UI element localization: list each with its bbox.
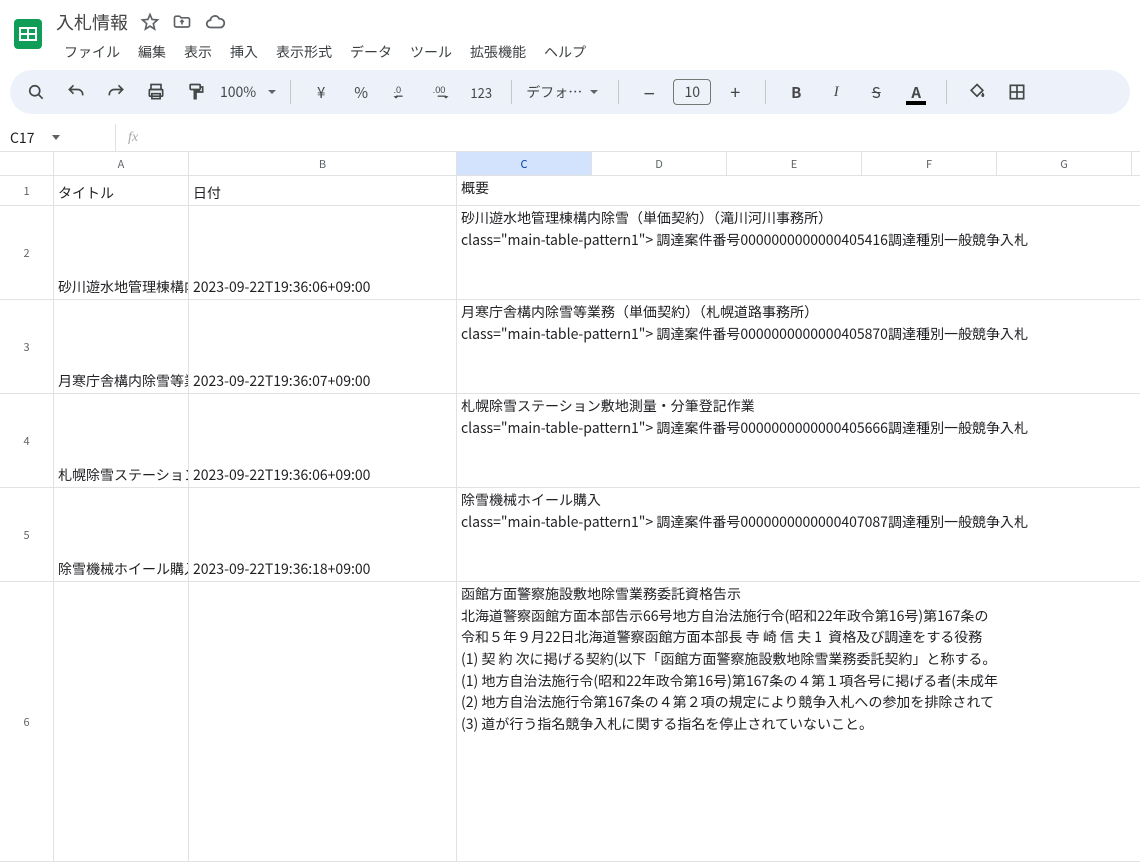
col-header-D[interactable]: D [592,152,727,175]
menu-edit[interactable]: 編集 [130,38,174,66]
table-row: 月寒庁舎構内除雪等業務（単価契約）2023-09-22T19:36:07+09:… [54,300,1140,394]
cloud-icon[interactable] [204,11,226,33]
col-header-G[interactable]: G [997,152,1132,175]
menu-data[interactable]: データ [342,38,400,66]
name-box-value: C17 [10,128,34,148]
row-header-1[interactable]: 1 [0,176,54,206]
cell[interactable]: 除雪機械ホイール購入 class="main-table-pattern1"> … [457,488,1140,581]
currency-button[interactable]: ¥ [305,76,337,108]
bold-button[interactable]: B [780,76,812,108]
svg-text:.00: .00 [433,85,446,95]
row-header-5[interactable]: 5 [0,488,54,582]
fontsize-input[interactable]: 10 [673,79,711,105]
col-header-C[interactable]: C [457,152,592,175]
col-header-F[interactable]: F [862,152,997,175]
chevron-down-icon [268,90,276,94]
svg-text:.0: .0 [394,85,402,95]
italic-button[interactable]: I [820,76,852,108]
title-area: 入札情報 ファイル 編集 表示 挿入 表示形式 データ ツール 拡張機能 ヘルプ [56,8,1132,66]
chevron-down-icon [52,135,60,140]
select-all-corner[interactable] [0,152,54,175]
cell[interactable]: 2023-09-22T19:36:06+09:00 [189,206,457,299]
fx-label: fx [115,124,138,151]
table-row: タイトル日付概要 [54,176,1140,206]
cell[interactable]: 2023-09-22T19:36:06+09:00 [189,394,457,487]
menu-format[interactable]: 表示形式 [268,38,340,66]
table-row: 除雪機械ホイール購入2023-09-22T19:36:18+09:00除雪機械ホ… [54,488,1140,582]
star-icon[interactable] [140,12,160,32]
table-row: 函館方面警察施設敷地除雪業務委託資格告示 北海道警察函館方面本部告示66号地方自… [54,582,1140,862]
search-icon[interactable] [20,76,52,108]
table-row: 札幌除雪ステーション敷地測量・分筆登記作業2023-09-22T19:36:06… [54,394,1140,488]
fontsize-plus[interactable]: + [719,76,751,108]
chevron-down-icon [590,90,598,94]
doc-title[interactable]: 入札情報 [56,9,128,35]
toolbar: 100% ¥ % .0 .00 123 デフォ… − 10 + B I S A [10,70,1130,114]
cell[interactable]: 2023-09-22T19:36:07+09:00 [189,300,457,393]
cell[interactable]: 函館方面警察施設敷地除雪業務委託資格告示 北海道警察函館方面本部告示66号地方自… [457,582,1140,861]
cell[interactable]: 砂川遊水地管理棟構内除雪（単価契約） [54,206,189,299]
print-icon[interactable] [140,76,172,108]
col-header-E[interactable]: E [727,152,862,175]
cell[interactable]: 2023-09-22T19:36:18+09:00 [189,488,457,581]
borders-button[interactable] [1001,76,1033,108]
grid[interactable]: ABCDEFG 123456 タイトル日付概要砂川遊水地管理棟構内除雪（単価契約… [0,152,1140,798]
row-header-2[interactable]: 2 [0,206,54,300]
name-box[interactable]: C17 [0,124,115,152]
cell[interactable]: 日付 [189,176,457,205]
column-headers: ABCDEFG [0,152,1140,176]
cell[interactable]: 除雪機械ホイール購入 [54,488,189,581]
cell[interactable]: 月寒庁舎構内除雪等業務（単価契約）（札幌道路事務所） class="main-t… [457,300,1140,393]
formula-bar: C17 fx [0,124,1140,152]
cell[interactable]: 札幌除雪ステーション敷地測量・分筆登記作業 [54,394,189,487]
redo-icon[interactable] [100,76,132,108]
menubar: ファイル 編集 表示 挿入 表示形式 データ ツール 拡張機能 ヘルプ [56,36,1132,66]
menu-tools[interactable]: ツール [402,38,460,66]
paintformat-icon[interactable] [180,76,212,108]
strike-button[interactable]: S [860,76,892,108]
fontsize-minus[interactable]: − [633,76,665,108]
table-row: 砂川遊水地管理棟構内除雪（単価契約）2023-09-22T19:36:06+09… [54,206,1140,300]
menu-ext[interactable]: 拡張機能 [462,38,534,66]
menu-view[interactable]: 表示 [176,38,220,66]
cell[interactable]: 札幌除雪ステーション敷地測量・分筆登記作業 class="main-table-… [457,394,1140,487]
col-header-B[interactable]: B [189,152,457,175]
percent-button[interactable]: % [345,76,377,108]
textcolor-button[interactable]: A [900,76,932,108]
cell[interactable] [54,582,189,861]
menu-file[interactable]: ファイル [56,38,128,66]
col-header-A[interactable]: A [54,152,189,175]
move-icon[interactable] [172,12,192,32]
cell[interactable]: タイトル [54,176,189,205]
cell[interactable]: 月寒庁舎構内除雪等業務（単価契約） [54,300,189,393]
row-headers: 123456 [0,176,54,862]
cell[interactable]: 概要 [457,176,1140,205]
row-header-4[interactable]: 4 [0,394,54,488]
menu-insert[interactable]: 挿入 [222,38,266,66]
cell[interactable]: 砂川遊水地管理棟構内除雪（単価契約）（滝川河川事務所） class="main-… [457,206,1140,299]
menu-help[interactable]: ヘルプ [536,38,594,66]
zoom-select[interactable]: 100% [220,82,276,102]
titlebar: 入札情報 ファイル 編集 表示 挿入 表示形式 データ ツール 拡張機能 ヘルプ [0,0,1140,64]
decrease-decimal-button[interactable]: .0 [385,76,417,108]
row-header-6[interactable]: 6 [0,582,54,862]
row-header-3[interactable]: 3 [0,300,54,394]
cell[interactable] [189,582,457,861]
undo-icon[interactable] [60,76,92,108]
font-select[interactable]: デフォ… [526,82,604,102]
sheets-logo[interactable] [8,8,48,60]
cells: タイトル日付概要砂川遊水地管理棟構内除雪（単価契約）2023-09-22T19:… [54,176,1140,862]
increase-decimal-button[interactable]: .00 [425,76,457,108]
fillcolor-button[interactable] [961,76,993,108]
format-number-button[interactable]: 123 [465,76,497,108]
